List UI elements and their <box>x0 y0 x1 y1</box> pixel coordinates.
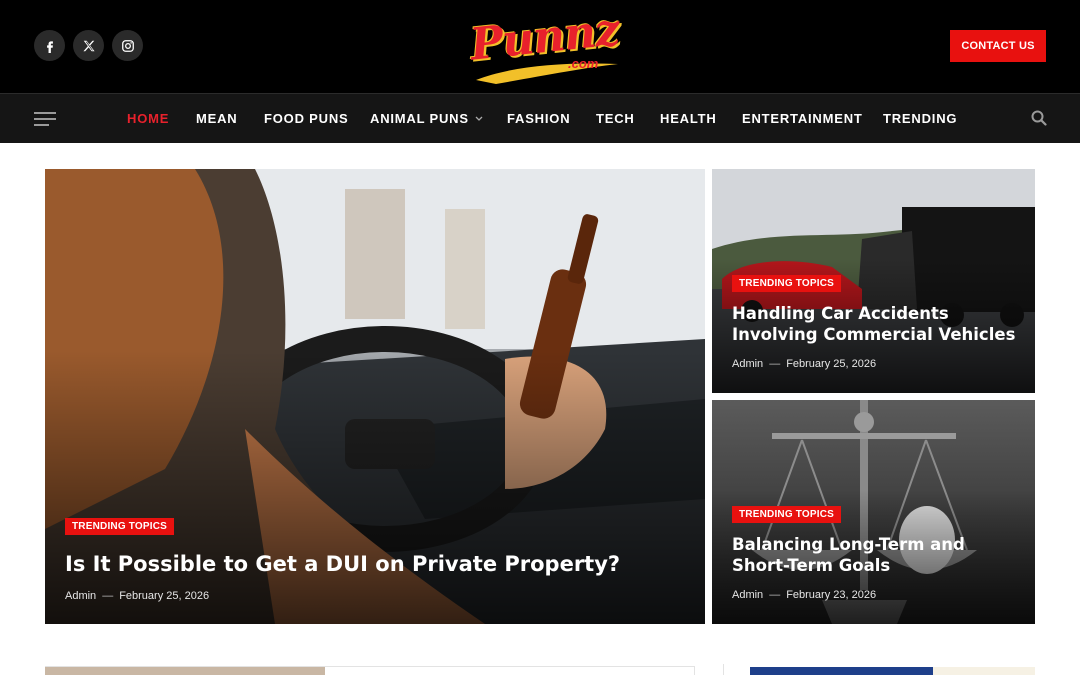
search-icon[interactable] <box>1031 110 1047 126</box>
column-divider <box>723 664 724 675</box>
featured-post-side-1[interactable]: TRENDING TOPICS Handling Car Accidents I… <box>712 169 1035 393</box>
nav-item-fashion[interactable]: FASHION <box>507 111 570 126</box>
nav-item-animal-puns-label: ANIMAL PUNS <box>370 111 469 126</box>
post-title[interactable]: Is It Possible to Get a DUI on Private P… <box>65 550 685 578</box>
sidebar-widget-image[interactable] <box>750 667 933 675</box>
post-meta: Admin — February 25, 2026 <box>65 590 210 602</box>
post-author[interactable]: Admin <box>65 590 96 602</box>
featured-post-side-2[interactable]: TRENDING TOPICS Balancing Long-Term and … <box>712 400 1035 624</box>
nav-item-trending[interactable]: TRENDING <box>883 111 957 126</box>
post-meta: Admin — February 25, 2026 <box>732 358 877 370</box>
post-title[interactable]: Balancing Long-Term and Short-Term Goals <box>732 534 1022 576</box>
x-link[interactable] <box>73 30 104 61</box>
post-author[interactable]: Admin <box>732 358 763 370</box>
contact-us-button[interactable]: CONTACT US <box>950 30 1046 62</box>
sidebar-widget-image-2[interactable] <box>933 667 1035 675</box>
nav-item-health[interactable]: HEALTH <box>660 111 717 126</box>
x-icon <box>82 40 95 51</box>
site-header: Punnz .com CONTACT US <box>0 0 1080 93</box>
image-overlay <box>45 351 705 624</box>
instagram-icon <box>121 39 134 52</box>
next-section-image[interactable] <box>45 667 325 675</box>
post-author[interactable]: Admin <box>732 589 763 601</box>
chevron-down-icon <box>475 116 483 121</box>
post-date: February 25, 2026 <box>119 590 210 602</box>
nav-item-home[interactable]: HOME <box>127 111 169 126</box>
nav-item-tech[interactable]: TECH <box>596 111 635 126</box>
featured-post-main[interactable]: TRENDING TOPICS Is It Possible to Get a … <box>45 169 705 624</box>
social-links <box>34 30 143 61</box>
facebook-icon <box>46 40 53 53</box>
nav-items: HOME MEAN FOOD PUNS ANIMAL PUNS FASHION … <box>0 94 1080 144</box>
nav-item-mean[interactable]: MEAN <box>196 111 237 126</box>
nav-item-entertainment[interactable]: ENTERTAINMENT <box>742 111 863 126</box>
instagram-link[interactable] <box>112 30 143 61</box>
post-meta: Admin — February 23, 2026 <box>732 589 877 601</box>
category-tag[interactable]: TRENDING TOPICS <box>65 518 175 535</box>
facebook-link[interactable] <box>34 30 65 61</box>
site-logo[interactable]: Punnz .com <box>464 4 624 86</box>
post-date: February 23, 2026 <box>786 589 877 601</box>
logo-suffix: .com <box>568 56 599 71</box>
category-tag[interactable]: TRENDING TOPICS <box>732 275 842 292</box>
nav-item-animal-puns[interactable]: ANIMAL PUNS <box>370 111 483 126</box>
nav-item-food-puns[interactable]: FOOD PUNS <box>264 111 348 126</box>
post-date: February 25, 2026 <box>786 358 877 370</box>
main-nav: HOME MEAN FOOD PUNS ANIMAL PUNS FASHION … <box>0 93 1080 143</box>
post-title[interactable]: Handling Car Accidents Involving Commerc… <box>732 303 1022 345</box>
category-tag[interactable]: TRENDING TOPICS <box>732 506 842 523</box>
